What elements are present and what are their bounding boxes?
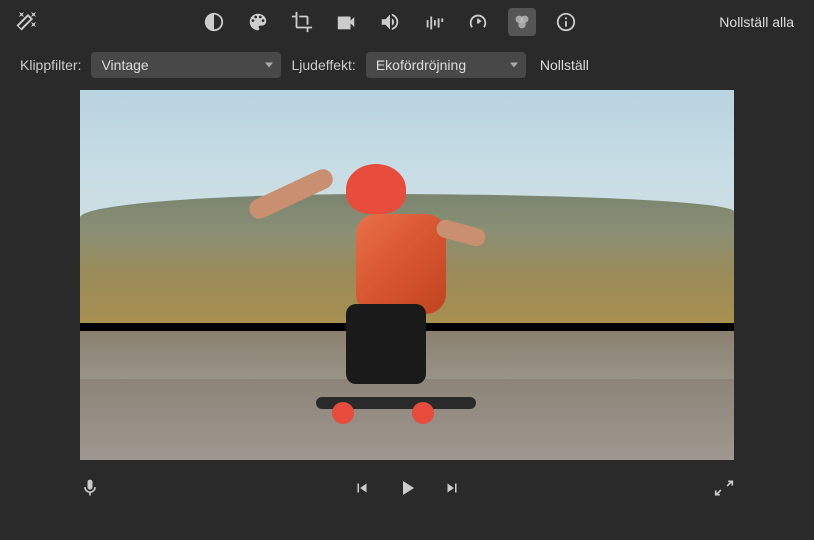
- volume-icon[interactable]: [376, 8, 404, 36]
- next-button[interactable]: [443, 479, 461, 497]
- camera-icon[interactable]: [332, 8, 360, 36]
- video-preview[interactable]: [80, 90, 734, 460]
- palette-icon[interactable]: [244, 8, 272, 36]
- play-button[interactable]: [395, 476, 419, 500]
- info-icon[interactable]: [552, 8, 580, 36]
- clip-filter-label: Klippfilter:: [20, 57, 81, 73]
- fullscreen-icon[interactable]: [714, 478, 734, 498]
- reset-button[interactable]: Nollställ: [536, 53, 593, 77]
- equalizer-icon[interactable]: [420, 8, 448, 36]
- clip-filter-dropdown[interactable]: Vintage: [91, 52, 281, 78]
- top-toolbar: Nollställ alla: [0, 0, 814, 44]
- previous-button[interactable]: [353, 479, 371, 497]
- microphone-icon[interactable]: [80, 478, 100, 498]
- audio-effect-label: Ljudeffekt:: [291, 57, 355, 73]
- filter-bar: Klippfilter: Vintage Ljudeffekt: Ekoförd…: [0, 44, 814, 86]
- crop-icon[interactable]: [288, 8, 316, 36]
- filters-icon[interactable]: [508, 8, 536, 36]
- preview-container: [0, 86, 814, 464]
- playback-center: [353, 476, 461, 500]
- speedometer-icon[interactable]: [464, 8, 492, 36]
- audio-effect-dropdown[interactable]: Ekofördröjning: [366, 52, 526, 78]
- contrast-icon[interactable]: [200, 8, 228, 36]
- magic-wand-icon[interactable]: [12, 8, 40, 36]
- toolbar-icons-group: [200, 8, 580, 36]
- playback-controls: [0, 464, 814, 512]
- reset-all-button[interactable]: Nollställ alla: [711, 10, 802, 34]
